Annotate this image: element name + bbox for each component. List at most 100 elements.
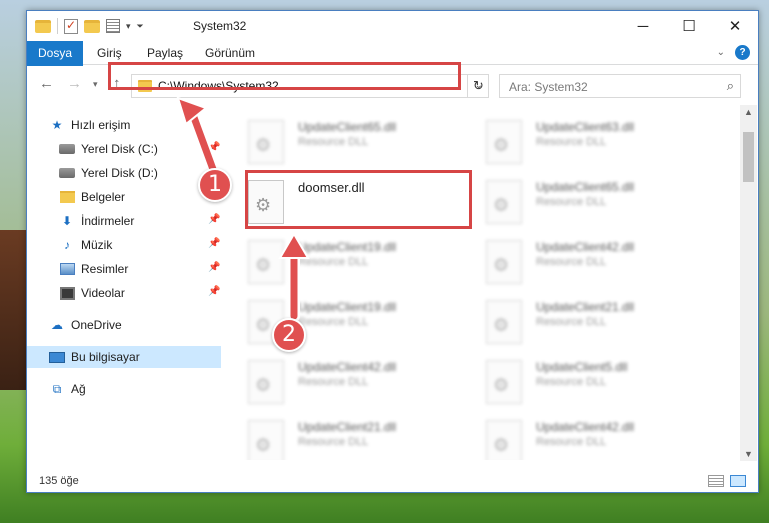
file-list: UpdateClient65.dll Resource DLL UpdateCl… bbox=[222, 104, 742, 460]
dll-file-icon bbox=[486, 420, 522, 460]
refresh-icon[interactable]: ↻ bbox=[467, 74, 489, 98]
forward-icon[interactable]: → bbox=[67, 75, 82, 92]
file-description: Resource DLL bbox=[536, 376, 607, 388]
sidebar-item-this-pc[interactable]: Bu bilgisayar bbox=[27, 346, 221, 368]
file-description: Resource DLL bbox=[536, 136, 607, 148]
vertical-scrollbar[interactable]: ▲ ▼ bbox=[740, 105, 757, 461]
sidebar-item-label: Yerel Disk (D:) bbox=[81, 166, 158, 180]
sidebar-item-label: Yerel Disk (C:) bbox=[81, 142, 158, 156]
maximize-button[interactable]: ☐ bbox=[666, 11, 712, 41]
file-name: UpdateClient19.dll bbox=[298, 300, 397, 314]
music-note-icon: ♪ bbox=[64, 238, 70, 252]
file-item[interactable]: UpdateClient65.dll Resource DLL bbox=[486, 180, 716, 236]
expand-ribbon-icon[interactable]: ⌄ bbox=[717, 47, 725, 58]
sidebar-item-pictures[interactable]: Resimler 📌 bbox=[27, 258, 221, 280]
sidebar-item-label: OneDrive bbox=[71, 318, 122, 332]
computer-icon bbox=[49, 350, 65, 364]
file-item[interactable]: UpdateClient65.dll Resource DLL bbox=[248, 120, 478, 176]
search-placeholder: Ara: System32 bbox=[509, 80, 588, 94]
sidebar-item-onedrive[interactable]: ☁ OneDrive bbox=[27, 314, 221, 336]
dll-file-icon bbox=[248, 360, 284, 404]
documents-folder-icon bbox=[59, 190, 75, 204]
close-button[interactable]: ✕ bbox=[712, 11, 758, 41]
network-icon: ⧉ bbox=[52, 381, 62, 396]
video-film-icon bbox=[59, 286, 75, 300]
customize-toolbar-icon[interactable]: ⏷ bbox=[137, 21, 144, 32]
sidebar-item-local-disk-d[interactable]: Yerel Disk (D:) bbox=[27, 162, 221, 184]
scroll-down-icon[interactable]: ▼ bbox=[744, 449, 753, 459]
item-count: 135 öğe bbox=[39, 475, 79, 487]
pictures-icon bbox=[59, 262, 75, 276]
file-description: Resource DLL bbox=[536, 436, 607, 448]
divider bbox=[57, 18, 58, 34]
properties-icon[interactable] bbox=[106, 19, 120, 33]
file-name: UpdateClient65.dll bbox=[536, 180, 635, 194]
sidebar-item-music[interactable]: ♪ Müzik 📌 bbox=[27, 234, 221, 256]
file-description: Resource DLL bbox=[536, 196, 607, 208]
sidebar-item-downloads[interactable]: ⬇ İndirmeler 📌 bbox=[27, 210, 221, 232]
folder-icon[interactable] bbox=[35, 19, 51, 33]
file-highlight-box bbox=[245, 170, 472, 229]
sidebar-item-label: Resimler bbox=[81, 262, 129, 276]
file-item[interactable]: UpdateClient19.dll Resource DLL bbox=[248, 240, 478, 296]
dll-file-icon bbox=[248, 240, 284, 284]
window-title: System32 bbox=[193, 19, 247, 33]
file-item[interactable]: UpdateClient21.dll Resource DLL bbox=[248, 420, 478, 460]
sidebar-item-local-disk-c[interactable]: Yerel Disk (C:) 📌 bbox=[27, 138, 221, 160]
dll-file-icon bbox=[248, 420, 284, 460]
file-description: Resource DLL bbox=[298, 376, 369, 388]
title-bar: ▾ ⏷ System32 ─ ☐ ✕ bbox=[27, 11, 758, 41]
dll-file-icon bbox=[486, 240, 522, 284]
file-name: UpdateClient42.dll bbox=[536, 420, 635, 434]
sidebar-item-label: İndirmeler bbox=[81, 214, 135, 228]
pin-icon: 📌 bbox=[208, 142, 221, 153]
pin-icon: 📌 bbox=[208, 286, 221, 297]
cloud-icon: ☁ bbox=[51, 318, 63, 332]
step-2-badge: 2 bbox=[272, 318, 306, 352]
quick-access-toolbar: ▾ ⏷ bbox=[35, 18, 144, 34]
file-name: UpdateClient21.dll bbox=[536, 300, 635, 314]
file-name: UpdateClient42.dll bbox=[536, 240, 635, 254]
sidebar-item-quick-access[interactable]: ★ Hızlı erişim bbox=[27, 114, 221, 136]
scrollbar-thumb[interactable] bbox=[743, 132, 754, 182]
search-icon: ⌕ bbox=[726, 78, 734, 93]
sidebar-item-documents[interactable]: Belgeler bbox=[27, 186, 221, 208]
sidebar-item-videos[interactable]: Videolar 📌 bbox=[27, 282, 221, 304]
file-item[interactable]: UpdateClient21.dll Resource DLL bbox=[486, 300, 716, 356]
details-view-icon[interactable] bbox=[708, 475, 724, 487]
file-name: UpdateClient42.dll bbox=[298, 360, 397, 374]
sidebar-item-label: Müzik bbox=[81, 238, 113, 252]
help-icon[interactable]: ? bbox=[735, 45, 750, 60]
chevron-down-icon[interactable]: ▾ bbox=[126, 21, 131, 32]
file-description: Resource DLL bbox=[298, 136, 369, 148]
dll-file-icon bbox=[486, 180, 522, 224]
sidebar-item-network[interactable]: ⧉ Ağ bbox=[27, 378, 221, 400]
large-icons-view-icon[interactable] bbox=[730, 475, 746, 487]
search-input[interactable]: Ara: System32 ⌕ bbox=[499, 74, 741, 98]
sidebar-item-label: Hızlı erişim bbox=[71, 118, 131, 132]
recent-locations-icon[interactable]: ▾ bbox=[93, 79, 98, 90]
drive-icon bbox=[59, 142, 75, 156]
view-switcher bbox=[708, 475, 746, 487]
new-folder-icon[interactable] bbox=[84, 19, 100, 33]
properties-check-icon[interactable] bbox=[64, 18, 78, 34]
file-item[interactable]: UpdateClient5.dll Resource DLL bbox=[486, 360, 716, 416]
download-arrow-icon: ⬇ bbox=[61, 214, 73, 228]
file-item[interactable]: UpdateClient63.dll Resource DLL bbox=[486, 120, 716, 176]
pin-icon: 📌 bbox=[208, 214, 221, 225]
file-description: Resource DLL bbox=[298, 436, 369, 448]
file-item[interactable]: UpdateClient42.dll Resource DLL bbox=[486, 420, 716, 460]
file-description: Resource DLL bbox=[298, 316, 369, 328]
file-name: UpdateClient21.dll bbox=[298, 420, 397, 434]
dll-file-icon bbox=[248, 120, 284, 164]
sidebar-item-label: Videolar bbox=[81, 286, 125, 300]
minimize-button[interactable]: ─ bbox=[620, 11, 666, 41]
file-item[interactable]: UpdateClient42.dll Resource DLL bbox=[248, 360, 478, 416]
navigation-pane: ★ Hızlı erişim Yerel Disk (C:) 📌 Yerel D… bbox=[27, 104, 221, 460]
status-bar: 135 öğe bbox=[27, 472, 758, 492]
file-item[interactable]: UpdateClient42.dll Resource DLL bbox=[486, 240, 716, 296]
back-icon[interactable]: ← bbox=[39, 75, 54, 92]
file-name: UpdateClient5.dll bbox=[536, 360, 628, 374]
file-name: UpdateClient63.dll bbox=[536, 120, 635, 134]
scroll-up-icon[interactable]: ▲ bbox=[744, 107, 753, 117]
